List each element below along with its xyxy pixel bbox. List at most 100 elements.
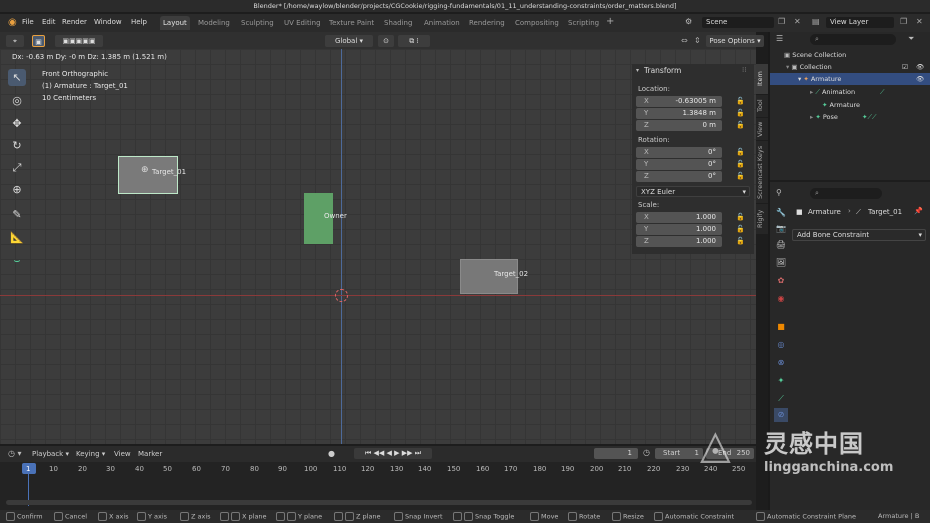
properties-search-input[interactable]: ⌕ — [810, 188, 882, 199]
lock-scale-z-icon[interactable]: 🔓 — [736, 237, 745, 245]
outliner-row-collection[interactable]: ▾ ▣ Collection ☑ 👁 — [770, 61, 930, 73]
select-tool-icon[interactable]: ↖ — [8, 69, 26, 86]
rotation-y-field[interactable]: Y 0° — [636, 159, 722, 170]
rotation-x-field[interactable]: X 0° — [636, 147, 722, 158]
menu-window[interactable]: Window — [94, 18, 122, 26]
outliner-editor-icon[interactable]: ☰ — [776, 34, 783, 43]
annotate-tool-icon[interactable]: ✎ — [8, 206, 26, 223]
pivot-icon[interactable]: ⊙ — [378, 35, 394, 47]
tab-animation[interactable]: Animation — [421, 16, 463, 30]
view-menu[interactable]: View — [114, 450, 131, 458]
rotate-tool-icon[interactable]: ↻ — [8, 137, 26, 154]
timeline-editor-icon[interactable]: ◷ ▾ — [8, 449, 22, 458]
tab-tool[interactable]: Tool — [756, 95, 768, 117]
view-layer-selector[interactable]: View Layer — [826, 17, 894, 28]
physics-props-icon[interactable]: ◎ — [774, 338, 788, 352]
tab-scripting[interactable]: Scripting — [565, 16, 602, 30]
transform-orientation-dropdown[interactable]: Global ▾ — [325, 35, 373, 47]
new-scene-icon[interactable]: ❐ — [778, 17, 785, 26]
tab-screencast-keys[interactable]: Screencast Keys — [756, 141, 768, 203]
bone-constraint-props-icon[interactable]: ⊘ — [774, 408, 788, 422]
menu-help[interactable]: Help — [131, 18, 147, 26]
pin-icon[interactable]: 📌 — [914, 207, 923, 215]
location-y-field[interactable]: Y 1.3848 m — [636, 108, 722, 119]
scale-x-field[interactable]: X 1.000 — [636, 212, 722, 223]
object-constraint-props-icon[interactable]: ⊗ — [774, 356, 788, 370]
tab-modeling[interactable]: Modeling — [195, 16, 233, 30]
lock-rotation-x-icon[interactable]: 🔓 — [736, 148, 745, 156]
playback-controls[interactable]: ⏮ ◀◀ ◀ ▶ ▶▶ ⏭ — [354, 448, 432, 459]
render-props-icon[interactable]: 📷 — [774, 222, 788, 236]
tab-sculpting[interactable]: Sculpting — [238, 16, 277, 30]
current-frame-field[interactable]: 1 — [594, 448, 638, 459]
move-tool-icon[interactable]: ✥ — [8, 115, 26, 132]
bone-props-icon[interactable]: ⟋ — [774, 392, 788, 406]
output-props-icon[interactable]: 🖨 — [774, 238, 788, 252]
clock-icon[interactable]: ◷ — [643, 448, 650, 457]
outliner-row-pose[interactable]: ▸ ✦ Pose ✦⟋⟋ — [770, 111, 930, 123]
tab-item[interactable]: Item — [756, 64, 768, 94]
tab-uv-editing[interactable]: UV Editing — [281, 16, 324, 30]
add-workspace-icon[interactable]: + — [606, 16, 614, 27]
scale-y-field[interactable]: Y 1.000 — [636, 224, 722, 235]
scene-props-icon[interactable]: ✿ — [774, 274, 788, 288]
keying-menu[interactable]: Keying ▾ — [76, 450, 105, 458]
rotation-z-field[interactable]: Z 0° — [636, 171, 722, 182]
menu-edit[interactable]: Edit — [42, 18, 56, 26]
select-box-icon[interactable]: ▣ — [32, 35, 45, 47]
object-props-icon[interactable]: ■ — [774, 320, 788, 334]
close-scene-icon[interactable]: ✕ — [794, 17, 801, 26]
menu-file[interactable]: File — [22, 18, 34, 26]
lock-location-z-icon[interactable]: 🔓 — [736, 121, 745, 129]
tab-rigify[interactable]: Rigify — [756, 204, 768, 234]
roll-tool-icon[interactable]: ⌣ — [8, 252, 26, 269]
playback-menu[interactable]: Playback ▾ — [32, 450, 69, 458]
scale-z-field[interactable]: Z 1.000 — [636, 236, 722, 247]
lock-location-x-icon[interactable]: 🔓 — [736, 97, 745, 105]
view-layer-props-icon[interactable]: 🖼 — [774, 256, 788, 270]
tab-shading[interactable]: Shading — [381, 16, 415, 30]
outliner-row-scene-collection[interactable]: ▣ Scene Collection — [770, 49, 930, 61]
location-x-field[interactable]: X -0.63005 m — [636, 96, 722, 107]
location-z-field[interactable]: Z 0 m — [636, 120, 722, 131]
lock-rotation-y-icon[interactable]: 🔓 — [736, 160, 745, 168]
tool-props-icon[interactable]: 🔧 — [774, 206, 788, 220]
start-frame-field[interactable]: Start 1 — [655, 448, 703, 459]
panel-collapse-icon[interactable]: ▾ — [636, 67, 639, 74]
eye-icon[interactable]: 👁 — [916, 73, 924, 85]
outliner-search-input[interactable]: ⌕ — [810, 34, 896, 45]
menu-render[interactable]: Render — [62, 18, 87, 26]
properties-editor-icon[interactable]: ⚲ — [776, 188, 782, 197]
select-mode-icons[interactable]: ▣▣▣▣▣ — [55, 35, 103, 47]
lock-scale-x-icon[interactable]: 🔓 — [736, 213, 745, 221]
lock-location-y-icon[interactable]: 🔓 — [736, 109, 745, 117]
marker-menu[interactable]: Marker — [138, 450, 162, 458]
transform-tool-icon[interactable]: ⊕ — [8, 181, 26, 198]
tab-compositing[interactable]: Compositing — [512, 16, 562, 30]
tab-texture-paint[interactable]: Texture Paint — [326, 16, 377, 30]
editor-type-icon[interactable]: ⌖ — [6, 35, 24, 47]
blender-logo-icon[interactable]: ◉ — [8, 17, 17, 28]
filter-icon[interactable]: ⏷ — [908, 34, 914, 44]
checkbox-icon[interactable]: ☑ — [902, 61, 908, 73]
close-view-layer-icon[interactable]: ✕ — [916, 17, 923, 26]
eye-icon[interactable]: 👁 — [916, 61, 924, 73]
lock-scale-y-icon[interactable]: 🔓 — [736, 225, 745, 233]
world-props-icon[interactable]: ◉ — [774, 292, 788, 306]
snap-icon[interactable]: ⧉ ⁞ — [398, 35, 430, 47]
timeline-scrollbar[interactable] — [6, 500, 752, 505]
scale-tool-icon[interactable]: ⤢ — [8, 159, 26, 176]
cursor-tool-icon[interactable]: ◎ — [8, 92, 26, 109]
record-icon[interactable]: ● — [328, 449, 335, 458]
measure-tool-icon[interactable]: 📐 — [8, 229, 26, 246]
pose-options-dropdown[interactable]: Pose Options ▾ — [706, 35, 764, 47]
scene-selector[interactable]: Scene — [702, 17, 774, 28]
new-view-layer-icon[interactable]: ❐ — [900, 17, 907, 26]
outliner-row-armature[interactable]: ▾ ✦ Armature 👁 — [770, 73, 930, 85]
rotation-mode-dropdown[interactable]: XYZ Euler ▾ — [636, 186, 750, 197]
lock-rotation-z-icon[interactable]: 🔓 — [736, 172, 745, 180]
x-mirror-icon[interactable]: ⇔ — [681, 36, 688, 45]
auto-normalize-icon[interactable]: ⇕ — [694, 36, 701, 45]
tab-layout[interactable]: Layout — [160, 16, 190, 30]
tab-view[interactable]: View — [756, 118, 768, 140]
